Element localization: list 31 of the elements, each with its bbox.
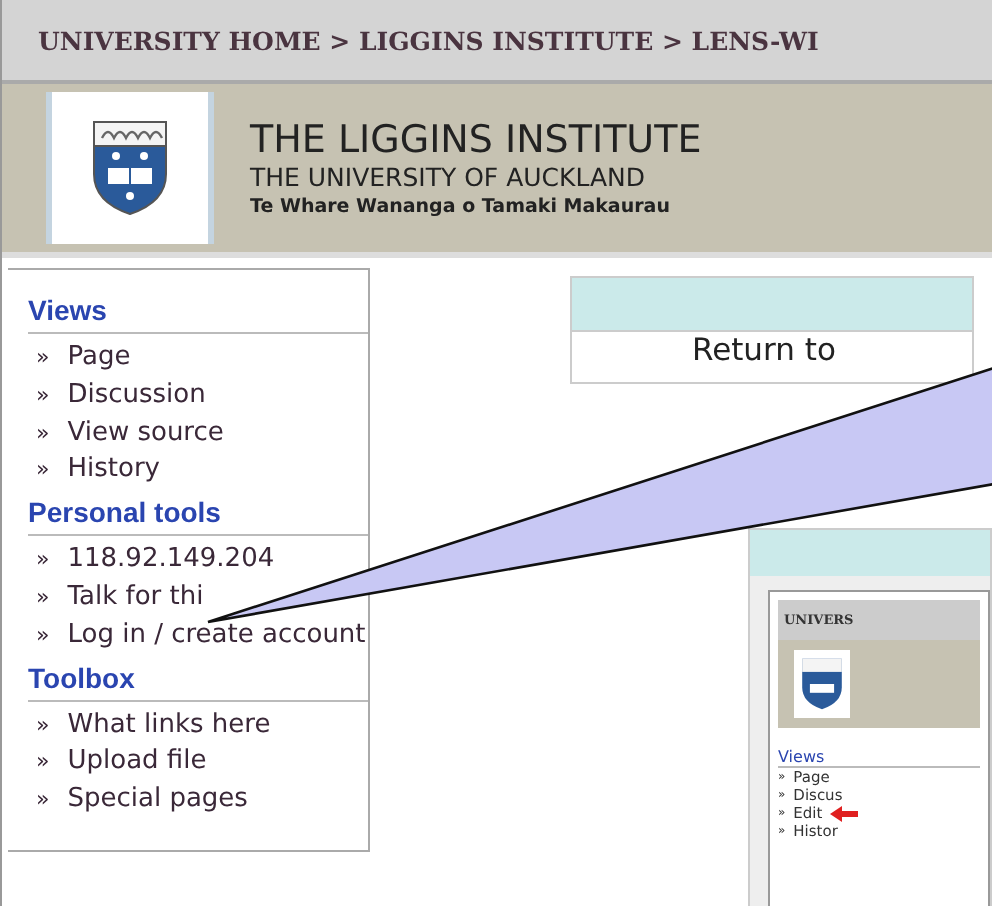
bullet-mark: » [36,619,50,652]
breadcrumb-text[interactable]: UNIVERSITY HOME > LIGGINS INSTITUTE > LENS-WI [38,25,819,55]
sidebar-heading: Toolbox [28,655,368,702]
sidebar-heading: Views [28,288,368,334]
sidebar-heading: Personal tools [28,490,368,537]
return-link[interactable]: Return to [692,332,972,368]
sidebar-link[interactable]: Discussion [67,377,206,416]
inset-heading: Views [778,748,980,768]
bullet-mark: » [36,342,50,374]
sidebar-link[interactable]: View source [67,415,224,453]
motto-text: Te Whare Wananga o Tamaki Makaurau [250,196,672,218]
university-name: THE UNIVERSITY OF AUCKLAND [250,162,647,192]
sidebar-link[interactable]: Upload file [67,744,207,783]
bullet-mark: » [36,784,50,817]
sidebar-link[interactable]: Page [67,340,131,378]
bullet-mark: » [36,379,50,412]
sidebar-link[interactable]: Log in / create account [67,617,366,656]
bullet-mark: » [36,746,50,779]
bullet-mark: » [36,581,50,614]
sidebar-link[interactable]: Special pages [67,782,248,820]
sidebar-link[interactable]: Talk for thi [67,579,204,618]
bullet-mark: » [36,454,50,487]
bullet-mark: » [36,417,50,450]
sidebar-link[interactable]: What links here [67,707,271,745]
crest-icon [90,118,170,218]
institute-title: THE LIGGINS INSTITUTE [250,118,702,162]
sidebar-link[interactable]: History [67,452,160,491]
bullet-mark: » [36,709,50,742]
crest-icon [794,650,850,718]
sidebar-link[interactable]: 118.92.149.204 [67,542,275,580]
bullet-mark: » [36,544,50,577]
